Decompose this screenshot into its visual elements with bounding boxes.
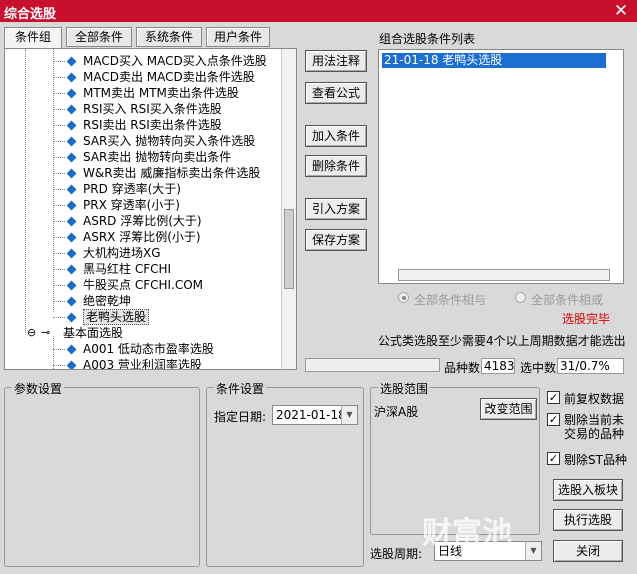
tree-item-label: 绝密乾坤 xyxy=(83,294,132,308)
tree-item-label: RSI卖出 RSI卖出条件选股 xyxy=(83,118,222,132)
tree-item-label: MACD买入 MACD买入点条件选股 xyxy=(83,54,267,68)
date-picker[interactable]: 2021-01-18 ▼ xyxy=(272,405,358,425)
exclude-st-checkbox[interactable]: ✓ xyxy=(547,452,560,465)
window-title: 综合选股 xyxy=(4,7,57,22)
tree-item-label: W&R卖出 威廉指标卖出条件选股 xyxy=(83,166,261,180)
date-label: 指定日期: xyxy=(214,410,267,424)
formula-icon xyxy=(66,88,77,99)
save-plan-button[interactable]: 保存方案 xyxy=(305,229,367,251)
radio-or-label: 全部条件相或 xyxy=(531,293,604,307)
formula-icon xyxy=(66,168,77,179)
progress-bar xyxy=(305,358,440,372)
tab-system-conditions[interactable]: 系统条件 xyxy=(136,27,202,47)
params-group-title: 参数设置 xyxy=(12,380,65,397)
tree-item-label: 大机构进场XG xyxy=(83,246,161,260)
condition-tree[interactable]: MACD买入 MACD买入点条件选股 MACD卖出 MACD卖出条件选股 MTM卖出… xyxy=(4,48,297,370)
formula-icon xyxy=(66,104,77,115)
collapse-icon[interactable]: ⊖ xyxy=(27,325,36,341)
tree-item-label: 黑马红柱 CFCHI xyxy=(83,262,172,276)
range-group-title: 选股范围 xyxy=(378,380,431,397)
change-range-button[interactable]: 改变范围 xyxy=(480,398,537,420)
tab-condition-group[interactable]: 条件组 xyxy=(4,27,62,48)
radio-and[interactable] xyxy=(398,292,409,303)
condition-list-title: 组合选股条件列表 xyxy=(379,32,476,46)
count-value: 4183 xyxy=(481,358,515,374)
chevron-down-icon[interactable]: ▼ xyxy=(341,406,357,424)
tree-item-label: 牛股买点 CFCHI.COM xyxy=(83,278,204,292)
key-icon: ⊸ xyxy=(41,326,51,339)
formula-icon xyxy=(66,360,77,369)
usage-note-button[interactable]: 用法注释 xyxy=(305,50,367,72)
tree-item-label: MTM卖出 MTM卖出条件选股 xyxy=(83,86,239,100)
formula-icon xyxy=(66,344,77,355)
exclude-st-label: 剔除ST品种 xyxy=(564,453,627,467)
condition-list-item[interactable]: 21-01-18 老鸭头选股 xyxy=(382,53,606,68)
status-text: 选股完毕 xyxy=(562,312,611,326)
tree-line xyxy=(25,49,26,333)
exclude-unlisted-checkbox[interactable]: ✓ xyxy=(547,413,560,426)
formula-icon xyxy=(66,152,77,163)
tree-item-label: A003 营业利润率选股 xyxy=(83,358,202,370)
date-value: 2021-01-18 xyxy=(276,408,346,422)
formula-icon xyxy=(66,136,77,147)
range-value: 沪深A股 xyxy=(374,405,419,419)
formula-icon xyxy=(66,312,77,323)
selected-label: 选中数 xyxy=(520,361,557,375)
tree-item-label: ASRX 浮筹比例(小于) xyxy=(83,230,201,244)
chevron-down-icon[interactable]: ▼ xyxy=(525,542,541,560)
formula-icon xyxy=(66,72,77,83)
pre-adjust-checkbox[interactable]: ✓ xyxy=(547,391,560,404)
radio-or[interactable] xyxy=(515,292,526,303)
formula-icon xyxy=(66,280,77,291)
view-formula-button[interactable]: 查看公式 xyxy=(305,82,367,104)
tree-item-label: RSI买入 RSI买入条件选股 xyxy=(83,102,222,116)
tree-item-label: SAR卖出 抛物转向卖出条件 xyxy=(83,150,232,164)
formula-icon xyxy=(66,296,77,307)
count-label: 品种数 xyxy=(444,361,481,375)
tree-item-label: MACD卖出 MACD卖出条件选股 xyxy=(83,70,255,84)
formula-icon xyxy=(66,184,77,195)
tab-user-conditions[interactable]: 用户条件 xyxy=(206,27,270,47)
tree-item-label: SAR买入 抛物转向买入条件选股 xyxy=(83,134,256,148)
select-to-block-button[interactable]: 选股入板块 xyxy=(553,479,623,501)
scrollbar-thumb[interactable] xyxy=(284,209,294,289)
tab-all-conditions[interactable]: 全部条件 xyxy=(66,27,132,47)
tree-scrollbar[interactable] xyxy=(281,49,296,369)
watermark-logo: 财富池 xyxy=(422,516,512,551)
formula-icon xyxy=(66,120,77,131)
pre-adjust-label: 前复权数据 xyxy=(564,392,625,406)
radio-and-label: 全部条件相与 xyxy=(414,293,487,307)
tree-item-label: PRX 穿透率(小于) xyxy=(83,198,180,212)
title-bar: 综合选股 ✕ xyxy=(0,0,637,22)
tree-item-label: A001 低动态市盈率选股 xyxy=(83,342,214,356)
period-label: 选股周期: xyxy=(370,547,423,561)
close-icon[interactable]: ✕ xyxy=(611,0,631,22)
list-horizontal-scrollbar[interactable] xyxy=(398,269,610,281)
formula-icon xyxy=(66,248,77,259)
formula-icon xyxy=(66,200,77,211)
exclude-unlisted-label-2: 交易的品种 xyxy=(564,427,625,441)
tree-line xyxy=(53,49,54,312)
formula-icon xyxy=(66,56,77,67)
tree-item-label: PRD 穿透率(大于) xyxy=(83,182,181,196)
close-button[interactable]: 关闭 xyxy=(553,540,623,562)
execute-selection-button[interactable]: 执行选股 xyxy=(553,509,623,531)
formula-icon xyxy=(66,264,77,275)
formula-icon xyxy=(66,216,77,227)
formula-icon xyxy=(66,232,77,243)
delete-condition-button[interactable]: 删除条件 xyxy=(305,155,367,177)
add-condition-button[interactable]: 加入条件 xyxy=(305,125,367,147)
tree-group-label: 基本面选股 xyxy=(63,326,124,340)
tree-item-label: 老鸭头选股 xyxy=(83,309,150,325)
condition-list[interactable]: 21-01-18 老鸭头选股 xyxy=(378,49,624,284)
notice-text: 公式类选股至少需要4个以上周期数据才能选出 xyxy=(378,334,626,348)
tree-item-label: ASRD 浮筹比例(大于) xyxy=(83,214,202,228)
selected-value: 31/0.7% xyxy=(557,358,624,374)
condition-settings-title: 条件设置 xyxy=(214,380,267,397)
params-group xyxy=(4,387,200,567)
import-plan-button[interactable]: 引入方案 xyxy=(305,198,367,220)
